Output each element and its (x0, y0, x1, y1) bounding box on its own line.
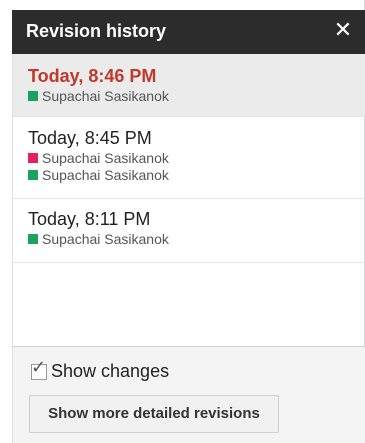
author-color-swatch (28, 153, 38, 163)
show-changes-toggle[interactable]: ✓ Show changes (31, 357, 170, 382)
panel-title: Revision history (26, 21, 167, 41)
revision-item[interactable]: Today, 8:45 PM Supachai Sasikanok Supach… (13, 117, 365, 199)
revision-timestamp: Today, 8:45 PM (28, 128, 152, 148)
close-icon[interactable]: ✕ (331, 17, 355, 45)
author-name: Supachai Sasikanok (42, 150, 169, 166)
panel-header: Revision history ✕ (12, 10, 365, 54)
checkmark-icon: ✓ (31, 356, 47, 378)
revision-author: Supachai Sasikanok (28, 150, 365, 166)
author-name: Supachai Sasikanok (42, 88, 169, 104)
author-name: Supachai Sasikanok (42, 231, 169, 247)
show-changes-label: Show changes (51, 361, 170, 381)
show-more-revisions-button[interactable]: Show more detailed revisions (29, 395, 279, 433)
revision-item[interactable]: Today, 8:46 PM Supachai Sasikanok (13, 54, 365, 117)
revision-author: Supachai Sasikanok (28, 167, 365, 183)
revision-author: Supachai Sasikanok (28, 88, 365, 104)
author-color-swatch (28, 170, 38, 180)
author-name: Supachai Sasikanok (42, 167, 169, 183)
author-color-swatch (28, 91, 38, 101)
revision-timestamp: Today, 8:46 PM (28, 66, 157, 86)
author-color-swatch (28, 234, 38, 244)
show-changes-checkbox[interactable]: ✓ (31, 357, 47, 380)
revision-list: Today, 8:46 PM Supachai Sasikanok Today,… (12, 54, 365, 346)
revision-item[interactable]: Today, 8:11 PM Supachai Sasikanok (13, 199, 365, 263)
revision-timestamp: Today, 8:11 PM (28, 209, 151, 229)
revision-history-panel: Revision history ✕ Today, 8:46 PM Supach… (0, 0, 365, 443)
revision-author: Supachai Sasikanok (28, 231, 365, 247)
panel-footer: ✓ Show changes Show more detailed revisi… (12, 346, 365, 443)
